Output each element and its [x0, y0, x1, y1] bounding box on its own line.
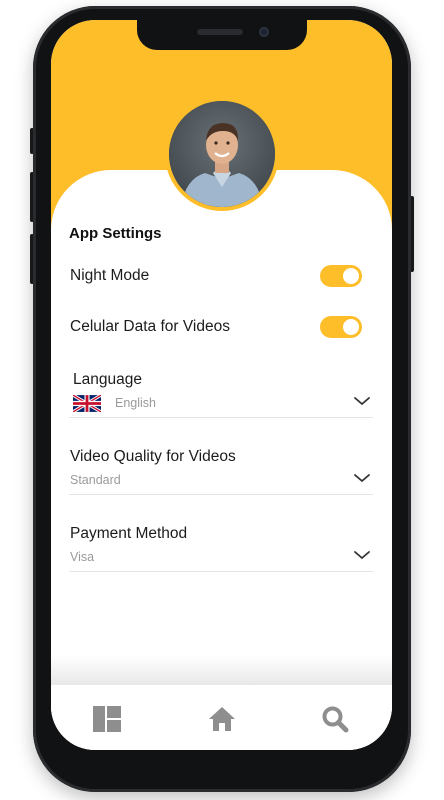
language-select[interactable]: Language English — [69, 371, 373, 435]
notch — [137, 20, 307, 50]
video-quality-label: Video Quality for Videos — [70, 448, 236, 465]
cellular-data-row: Celular Data for Videos — [69, 314, 374, 340]
language-label: Language — [73, 371, 142, 388]
tab-search[interactable] — [319, 703, 351, 735]
divider — [69, 494, 373, 495]
night-mode-toggle[interactable] — [320, 265, 362, 287]
section-title: App Settings — [69, 225, 162, 242]
night-mode-label: Night Mode — [70, 267, 150, 284]
video-quality-value: Standard — [70, 473, 121, 487]
front-camera — [259, 27, 269, 37]
payment-method-value: Visa — [70, 550, 95, 564]
video-quality-select[interactable]: Video Quality for Videos Standard — [69, 448, 373, 512]
language-value: English — [115, 396, 156, 410]
chevron-down-icon[interactable] — [353, 472, 371, 484]
cellular-data-label: Celular Data for Videos — [70, 318, 230, 335]
avatar-photo — [169, 101, 275, 207]
chevron-down-icon[interactable] — [353, 549, 371, 561]
dashboard-grid-icon — [93, 706, 121, 732]
speaker-grille — [197, 29, 243, 35]
divider — [69, 417, 373, 418]
home-icon — [209, 707, 235, 731]
chevron-down-icon[interactable] — [353, 395, 371, 407]
payment-method-label: Payment Method — [70, 525, 188, 542]
divider — [69, 571, 373, 572]
bottom-tab-bar — [51, 685, 392, 750]
person-photo-icon — [169, 101, 275, 207]
profile-avatar[interactable] — [165, 97, 279, 211]
payment-method-select[interactable]: Payment Method Visa — [69, 525, 373, 589]
toggle-knob — [343, 268, 359, 284]
app-screen: App Settings Night Mode Celular Data for… — [51, 20, 392, 750]
toggle-knob — [343, 319, 359, 335]
tab-dashboard[interactable] — [91, 703, 123, 735]
tab-home[interactable] — [206, 703, 238, 735]
night-mode-row: Night Mode — [69, 263, 374, 289]
tabbar-shadow — [51, 655, 392, 685]
stage: App Settings Night Mode Celular Data for… — [0, 0, 444, 800]
uk-flag-icon — [73, 395, 101, 412]
search-icon — [322, 706, 349, 733]
cellular-data-toggle[interactable] — [320, 316, 362, 338]
